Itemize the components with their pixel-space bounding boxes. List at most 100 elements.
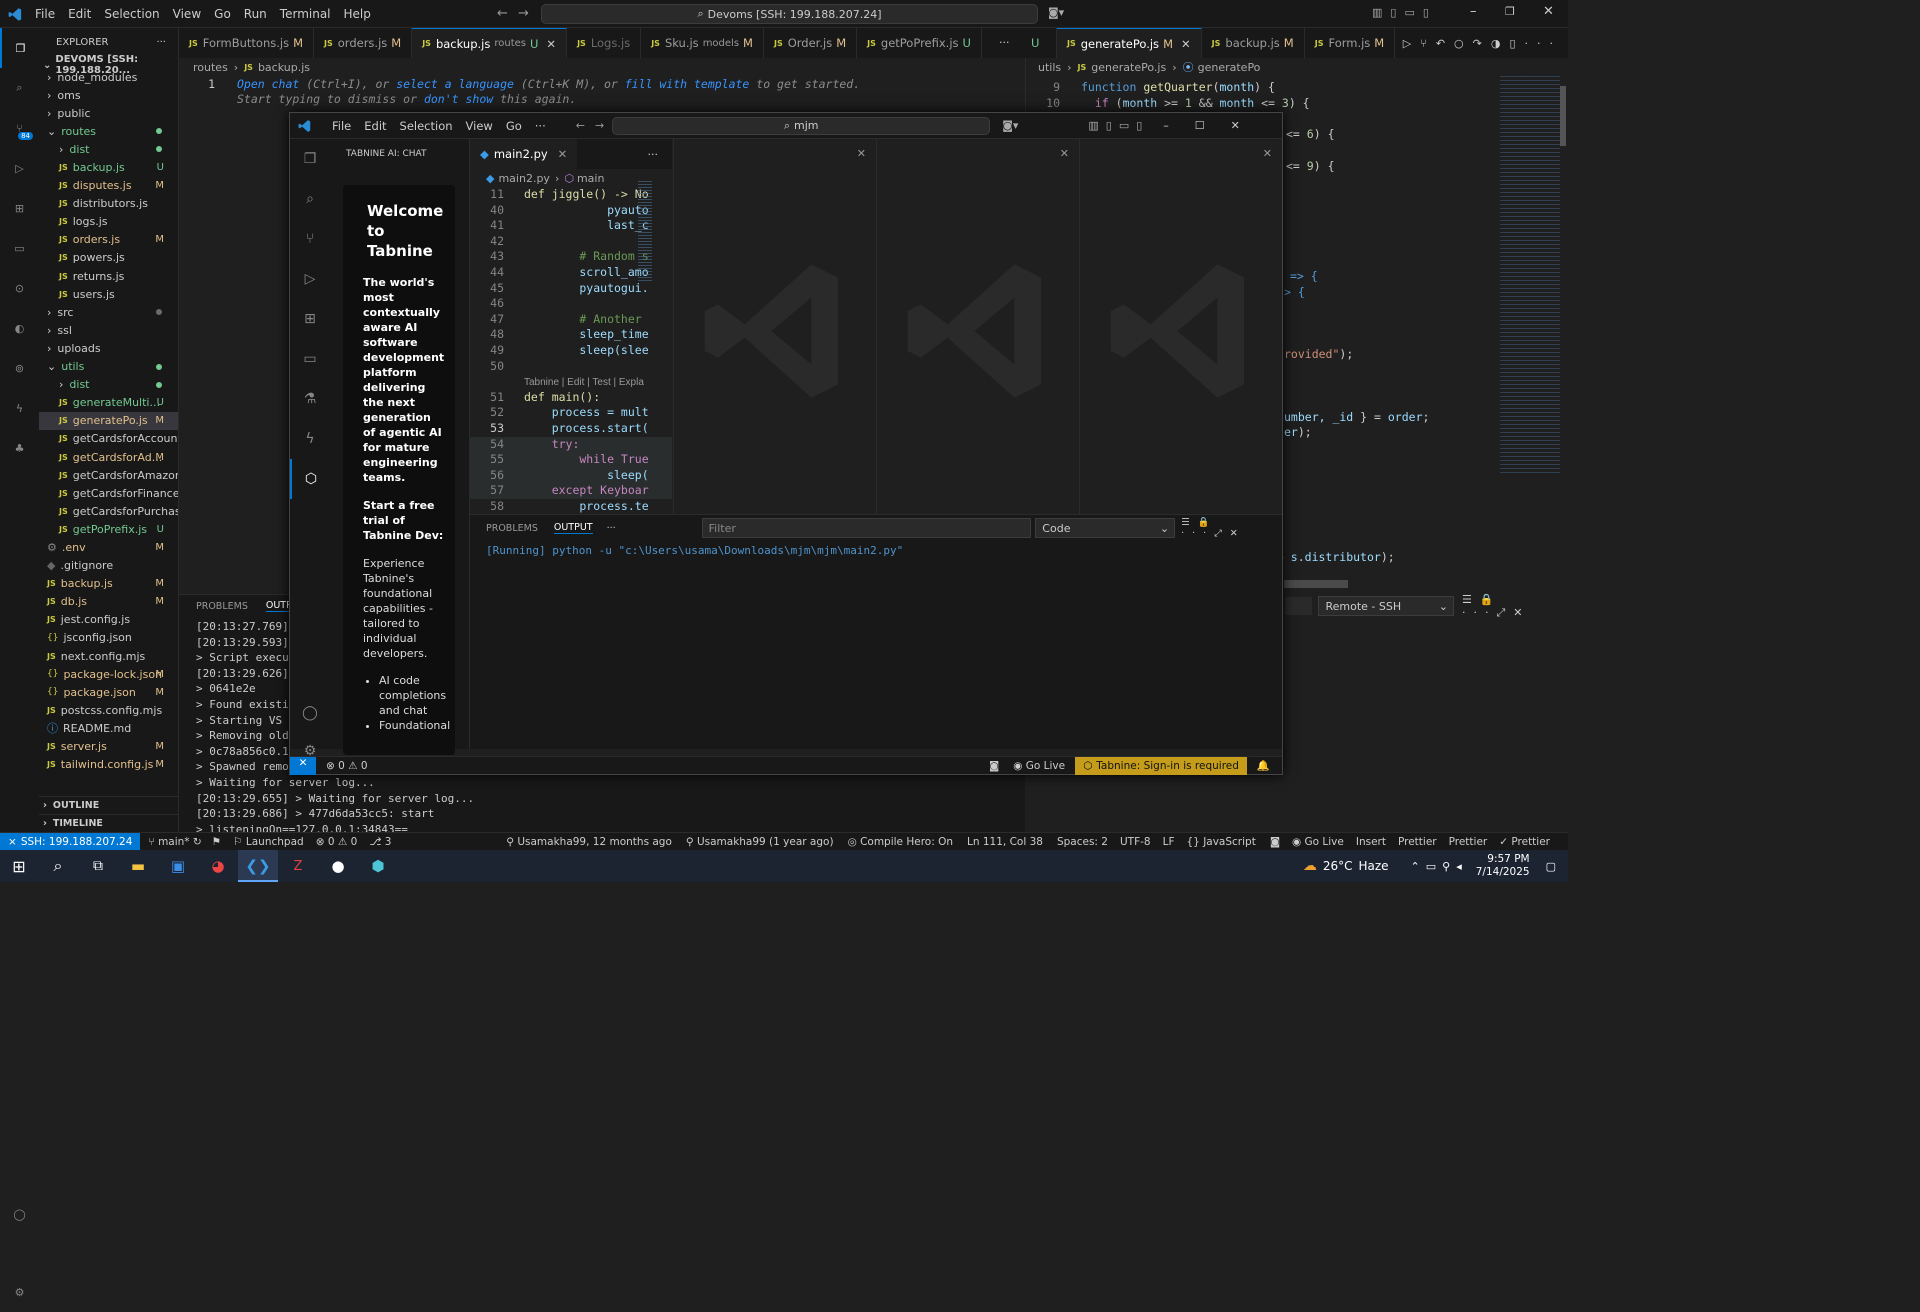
minimize-icon[interactable]: – [1470, 4, 1477, 19]
forward-arrow-icon[interactable]: → [518, 6, 529, 21]
editor-tab[interactable]: JS getPoPrefix.js U [857, 28, 982, 58]
remote-explorer-icon[interactable]: ▭ [290, 339, 330, 379]
fill-template-link[interactable]: fill with template [625, 77, 750, 91]
minimap[interactable] [1500, 76, 1560, 476]
copilot-status-icon[interactable]: ◙ [989, 760, 999, 772]
chrome-icon[interactable]: ◕ [198, 857, 238, 875]
tree-item[interactable]: ⌄ utils [39, 358, 178, 376]
thunder-icon[interactable]: ϟ [290, 419, 330, 459]
account-icon[interactable]: ◯ [0, 1194, 39, 1234]
breadcrumb-folder[interactable]: utils [1038, 61, 1061, 74]
compile-hero-status[interactable]: ◎ Compile Hero: On [848, 836, 953, 848]
editor-tab[interactable]: JS Form.js M [1304, 28, 1396, 58]
zoom-app-icon[interactable]: Z [278, 859, 318, 874]
copilot-icon[interactable]: ◙▾ [1002, 119, 1018, 132]
tree-item[interactable]: JS returns.js [39, 267, 178, 285]
ports-status[interactable]: ⎇ 3 [369, 836, 391, 848]
breadcrumb-symbol[interactable]: main [577, 172, 604, 185]
testing-icon[interactable]: ⚗ [290, 379, 330, 419]
tree-item[interactable]: JS next.config.mjs [39, 647, 178, 665]
layout-controls-icon[interactable]: ▥▯▭▯ [1088, 119, 1149, 132]
editor-tab[interactable]: JS Sku.js models M [641, 28, 764, 58]
store-icon[interactable]: ▣ [158, 857, 198, 875]
menu-run[interactable]: Run [244, 7, 267, 21]
tab-problems[interactable]: PROBLEMS [196, 601, 248, 612]
menu-help[interactable]: Help [344, 7, 371, 21]
tree-item[interactable]: {} package-lock.json M [39, 665, 178, 683]
tree-item[interactable]: JS getCardsforPurchasi... [39, 502, 178, 520]
docker-icon[interactable]: ⊚ [0, 348, 39, 388]
tree-item[interactable]: › uploads [39, 339, 178, 357]
tabnine-status[interactable]: ⬡ Tabnine: Sign-in is required [1075, 756, 1247, 775]
file-explorer-icon[interactable]: ▬ [118, 857, 158, 875]
empty-editor-group[interactable]: ✕ [876, 139, 1079, 514]
output-channel-select[interactable]: Remote - SSH ⌄ [1318, 596, 1454, 616]
menu-more[interactable]: ··· [535, 119, 546, 133]
breadcrumb-folder[interactable]: routes [193, 61, 228, 74]
tree-item[interactable]: JS tailwind.config.js M [39, 756, 178, 774]
search-icon[interactable]: ⌕ [38, 856, 78, 876]
tab-overflow-icon[interactable]: ··· [999, 36, 1010, 49]
tree-item[interactable]: › public [39, 104, 178, 122]
tree-item[interactable]: JS users.js [39, 285, 178, 303]
tree-item[interactable]: JS jest.config.js [39, 611, 178, 629]
dont-show-link[interactable]: don't show [424, 92, 493, 106]
menu-bar[interactable]: File Edit Selection View Go Run Terminal… [35, 7, 384, 21]
editor-tab[interactable]: JS Order.js M [763, 28, 858, 58]
gitlens-icon[interactable]: ◐ [0, 308, 39, 348]
tree-item[interactable]: ⚙ .env M [39, 538, 178, 556]
tree-item[interactable]: ⓘ README.md [39, 719, 178, 737]
tab-problems[interactable]: PROBLEMS [486, 523, 538, 534]
tree-item[interactable]: › src [39, 303, 178, 321]
command-center[interactable]: ⌕ Devoms [SSH: 199.188.207.24] [541, 4, 1038, 24]
tree-item[interactable]: JS getCardsforAd... M [39, 448, 178, 466]
tree-item[interactable]: JS orders.js M [39, 231, 178, 249]
system-tray-icons[interactable]: ⌃▭⚲◂ [1411, 860, 1468, 873]
branch-status[interactable]: ⑂ main* ↻ [148, 836, 201, 848]
python-icon[interactable]: ♣ [0, 428, 39, 468]
back-arrow-icon[interactable]: ← [497, 6, 508, 21]
menu-go[interactable]: Go [214, 7, 231, 21]
editor-actions-icon[interactable]: ▷⑂↶○↷◑▯··· [1403, 37, 1568, 50]
menu-selection[interactable]: Selection [400, 119, 453, 133]
vscode-taskbar-icon[interactable]: ❮❯ [238, 850, 278, 882]
timeline-section[interactable]: › TIMELINE [39, 814, 179, 832]
output-filter-input[interactable]: Filter [701, 518, 1032, 538]
close-tab-icon[interactable]: ✕ [558, 147, 568, 161]
tree-item[interactable]: ◆ .gitignore [39, 557, 178, 575]
menu-edit[interactable]: Edit [364, 119, 386, 133]
search-view-icon[interactable]: ⌕ [0, 68, 39, 108]
tree-item[interactable]: › oms [39, 86, 178, 104]
extensions-icon[interactable]: ⊞ [0, 188, 39, 228]
git-blame-status[interactable]: ⚲ Usamakha99, 12 months ago [506, 836, 672, 848]
empty-editor-group[interactable]: ✕ [673, 139, 876, 514]
output-channel-select[interactable]: Code ⌄ [1035, 518, 1176, 538]
insert-mode-status[interactable]: Insert [1356, 836, 1386, 848]
app-circle-icon[interactable]: ● [318, 857, 358, 875]
editor-tab[interactable]: JS backup.js M [1201, 28, 1305, 58]
select-language-link[interactable]: select a language [396, 77, 514, 91]
layout-controls-icon[interactable]: ▥▯▭▯ [1372, 6, 1437, 19]
tree-item[interactable]: JS generatePo.js M [39, 411, 178, 430]
clock[interactable]: 9:57 PM 7/14/2025 [1476, 853, 1530, 879]
git-author-status[interactable]: ⚲ Usamakha99 (1 year ago) [686, 836, 834, 848]
tree-item[interactable]: › dist [39, 140, 178, 158]
sync-icon[interactable]: ⚑ [212, 836, 221, 848]
minimap[interactable] [638, 181, 652, 281]
extensions-icon[interactable]: ⊞ [290, 299, 330, 339]
horizontal-scrollbar[interactable] [1284, 580, 1348, 588]
indentation-status[interactable]: Spaces: 2 [1057, 836, 1108, 848]
back-arrow-icon[interactable]: ← [576, 119, 585, 132]
task-view-icon[interactable]: ⧉ [78, 858, 118, 874]
win2-code-editor[interactable]: ◆ main2.py › ⬡ main 11 def jiggle() -> No 40 p… [470, 169, 672, 514]
settings-gear-icon[interactable]: ⚙ [0, 1272, 39, 1312]
close-window-icon[interactable]: ✕ [1543, 4, 1554, 19]
editor-tab[interactable]: JS generatePo.js M ✕ [1057, 28, 1202, 58]
panel-more-icon[interactable]: ··· [607, 523, 616, 534]
breadcrumb-file[interactable]: backup.js [258, 61, 310, 74]
copilot-icon[interactable]: ◙▾ [1048, 6, 1064, 19]
close-group-icon[interactable]: ✕ [1263, 147, 1272, 160]
close-group-icon[interactable]: ✕ [1060, 147, 1069, 160]
breadcrumb-file[interactable]: main2.py [498, 172, 549, 185]
minimize-icon[interactable]: – [1163, 119, 1169, 132]
